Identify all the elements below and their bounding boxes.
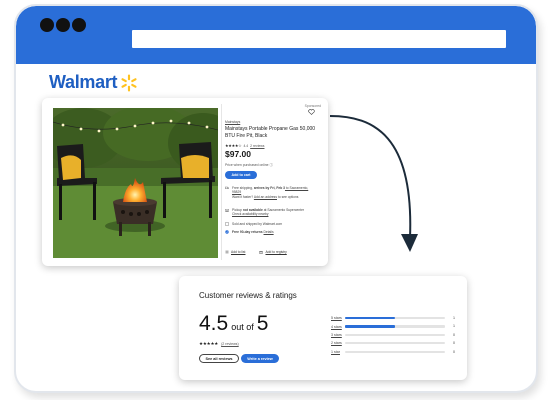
walmart-logo[interactable]: Walmart [49, 72, 138, 93]
rating-bar-fill [345, 325, 395, 328]
truck-icon [225, 187, 229, 190]
shipping-date: arrives by Fri, Feb 3 [253, 186, 285, 190]
shipping-pre: Free shipping, [232, 186, 254, 190]
rating-max: 5 [256, 312, 269, 335]
flow-arrow-icon [329, 115, 418, 252]
product-info: Sponsored Mainstays Mainstays Portable P… [225, 104, 323, 260]
rating-bar [345, 333, 445, 337]
shipping-option[interactable]: Free shipping, arrives by Fri, Feb 3 to … [225, 186, 312, 199]
rating-row-label[interactable]: 4 stars [331, 325, 344, 329]
product-price: $97.00 [225, 149, 251, 159]
product-title: Mainstays Portable Propane Gas 50,000 BT… [225, 126, 316, 139]
returns-row: Free 90-day returns Details [225, 230, 312, 234]
rating-row-3[interactable]: 3 stars 0 [331, 331, 455, 339]
rating-row-label[interactable]: 3 stars [331, 333, 344, 337]
rating-row-count: 1 [453, 324, 455, 329]
sold-by-text: Sold and shipped by Walmart.com [232, 222, 283, 226]
shipping-sub-pre: Want it faster? [232, 194, 254, 199]
rating-row-4[interactable]: 4 stars 1 [331, 322, 455, 330]
list-icon [225, 250, 229, 254]
window-dot-minimize[interactable] [56, 18, 70, 32]
rating-bar [345, 317, 445, 320]
stage: Walmart Sponsored Mainstays Mainstays Po… [0, 0, 550, 400]
product-rating-count: 4.4 [243, 143, 249, 148]
add-to-list-label: Add to list [231, 250, 246, 254]
rating-bar [345, 350, 445, 353]
rating-row-1[interactable]: 1 star 0 [331, 348, 455, 356]
store-icon [225, 209, 229, 213]
list-registry-row: Add to list Add to registry [225, 250, 287, 254]
reviews-count-link[interactable]: (2 reviews) [221, 342, 239, 346]
window-dot-close[interactable] [40, 18, 54, 32]
gift-icon [259, 251, 264, 254]
walmart-spark-icon [121, 73, 137, 92]
pickup-pre: Pickup [232, 208, 243, 212]
product-image[interactable] [53, 108, 218, 258]
rating-row-count: 0 [453, 332, 455, 337]
add-address-link[interactable]: Add an address [254, 195, 277, 199]
seller-icon [225, 222, 229, 226]
see-all-reviews-button[interactable]: See all reviews [199, 354, 239, 363]
rating-row-5[interactable]: 5 stars 1 [331, 314, 455, 322]
product-stars: ★★★★☆ [225, 143, 242, 148]
heart-icon[interactable] [308, 109, 315, 115]
rating-row-count: 0 [453, 341, 455, 346]
pickup-status: not available [242, 208, 263, 212]
address-bar[interactable] [132, 30, 506, 48]
average-rating: 4.5 out of 5 [199, 312, 268, 336]
rating-row-count: 1 [453, 316, 455, 320]
rating-bar [345, 342, 445, 345]
write-review-button[interactable]: Write a review [241, 354, 279, 363]
check-availability-link[interactable]: Check availability nearby [232, 212, 268, 216]
add-to-registry-button[interactable]: Add to registry [259, 250, 287, 254]
rating-bar-fill [345, 317, 395, 320]
rating-row-label[interactable]: 2 stars [331, 341, 344, 345]
reviews-stars: ★★★★★ [199, 341, 219, 346]
rating-distribution: 5 stars 1 4 stars 1 3 stars 0 2 stars 0 … [331, 314, 455, 356]
pickup-option[interactable]: Pickup not available at Sacramento Super… [225, 208, 312, 217]
reviews-card: Customer reviews & ratings 4.5 out of 5 … [179, 276, 467, 380]
price-note: Price when purchased online ⓘ [225, 163, 273, 167]
rating-bar [345, 325, 445, 328]
returns-icon [225, 230, 229, 234]
rating-row-label[interactable]: 5 stars [331, 316, 344, 320]
brand-link[interactable]: Mainstays [225, 120, 240, 124]
product-reviews-link[interactable]: 2 reviews [250, 144, 264, 148]
sponsored-label: Sponsored [304, 104, 321, 108]
add-to-cart-button[interactable]: Add to cart [225, 171, 257, 179]
add-to-registry-label: Add to registry [265, 250, 287, 254]
rating-row-label[interactable]: 1 star [331, 350, 344, 354]
product-rating: ★★★★☆ 4.4 2 reviews [225, 143, 264, 148]
reviews-title: Customer reviews & ratings [199, 291, 297, 300]
card-divider [221, 104, 222, 260]
average-rating-value: 4.5 [199, 312, 229, 335]
rating-row-count: 0 [453, 349, 455, 354]
reviews-stars-row: ★★★★★ (2 reviews) [199, 341, 239, 347]
returns-details-link[interactable]: Details [264, 230, 274, 234]
product-card: Sponsored Mainstays Mainstays Portable P… [42, 98, 328, 266]
shipping-sub-post: to see options [276, 194, 299, 199]
out-of-label: out of [231, 322, 254, 332]
pickup-post: at Sacramento Supercenter [262, 208, 305, 212]
sold-by-row: Sold and shipped by Walmart.com [225, 222, 312, 226]
returns-text: Free 90-day returns [232, 230, 263, 234]
rating-row-2[interactable]: 2 stars 0 [331, 339, 455, 347]
window-dot-maximize[interactable] [72, 18, 86, 32]
add-to-list-button[interactable]: Add to list [225, 250, 245, 254]
walmart-wordmark: Walmart [49, 72, 118, 92]
browser-titlebar [16, 6, 536, 64]
